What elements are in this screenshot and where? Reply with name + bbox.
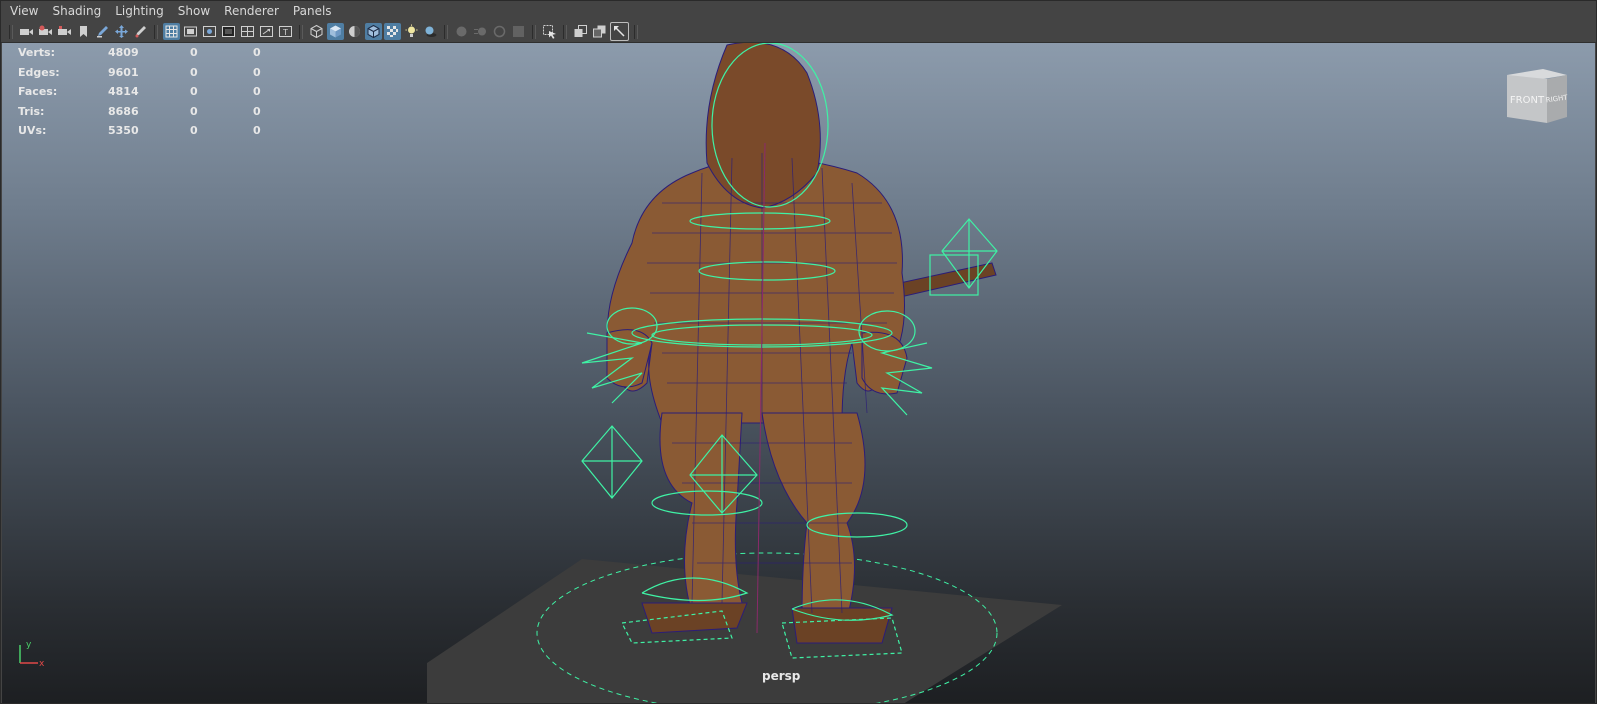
toolbar-separator (299, 24, 303, 39)
toolbar-separator (154, 24, 158, 39)
hud-row-faces: Faces: 4814 0 0 (18, 82, 278, 102)
hud-value: 8686 (108, 104, 139, 118)
grease-pencil-icon[interactable] (132, 23, 149, 40)
hud-value: 9601 (108, 65, 139, 79)
hud-label: UVs: (18, 124, 47, 138)
safe-title-icon[interactable]: T (277, 23, 294, 40)
hud-row-uvs: UVs: 5350 0 0 (18, 121, 278, 141)
menu-renderer[interactable]: Renderer (217, 1, 286, 21)
hud-value: 0 (253, 46, 261, 59)
motion-blur-icon[interactable] (472, 23, 489, 40)
view-cube[interactable]: FRONT RIGHT (1501, 67, 1573, 129)
hud-value: 0 (253, 104, 261, 118)
toolbar-separator (9, 24, 13, 39)
poly-count-hud: Verts: 4809 0 0 Edges: 9601 0 0 Faces: 4… (18, 43, 278, 141)
toolbar-separator (634, 24, 638, 39)
gate-mask-icon[interactable] (220, 23, 237, 40)
toolbar-separator (532, 24, 536, 39)
hud-value: 0 (190, 124, 198, 138)
axis-x-label: x (39, 659, 45, 669)
hud-value: 4814 (108, 85, 139, 99)
hud-label: Verts: (18, 46, 56, 59)
isolate-select-icon[interactable] (541, 23, 558, 40)
hud-value: 4809 (108, 46, 139, 59)
bookmark-camera-icon[interactable] (56, 23, 73, 40)
maya-viewport-panel: View Shading Lighting Show Renderer Pane… (0, 0, 1597, 704)
axis-gizmo-icon: y x (19, 640, 45, 669)
character-mesh (606, 43, 997, 644)
xray-active-icon[interactable] (591, 23, 608, 40)
menu-view[interactable]: View (1, 1, 45, 21)
camera-name-label: persp (762, 669, 801, 683)
use-lights-icon[interactable] (403, 23, 420, 40)
panel-toolbar: T (1, 21, 1596, 43)
pencil-icon[interactable] (94, 23, 111, 40)
textured-icon[interactable] (346, 23, 363, 40)
hud-value: 0 (253, 65, 261, 79)
resolution-gate-icon[interactable] (201, 23, 218, 40)
bookmark-icon[interactable] (75, 23, 92, 40)
hud-label: Faces: (18, 85, 58, 99)
hud-label: Tris: (18, 104, 45, 118)
camera-attrs-icon[interactable] (37, 23, 54, 40)
ground-plane (427, 559, 1062, 703)
perspective-viewport[interactable]: Verts: 4809 0 0 Edges: 9601 0 0 Faces: 4… (2, 43, 1595, 703)
hud-value: 0 (253, 124, 261, 138)
film-gate-icon[interactable] (182, 23, 199, 40)
scene-canvas[interactable] (2, 43, 1595, 703)
ambient-occlusion-icon[interactable] (453, 23, 470, 40)
hud-value: 0 (190, 85, 198, 99)
anti-alias-icon[interactable] (491, 23, 508, 40)
smooth-shade-icon[interactable] (327, 23, 344, 40)
xray-joints-icon[interactable] (572, 23, 589, 40)
hud-value: 0 (253, 85, 261, 99)
hud-row-tris: Tris: 8686 0 0 (18, 102, 278, 122)
wireframe-on-shaded-icon[interactable] (365, 23, 382, 40)
move-tool-icon[interactable] (113, 23, 130, 40)
grid-icon[interactable] (163, 23, 180, 40)
hud-row-edges: Edges: 9601 0 0 (18, 63, 278, 83)
toolbar-separator (444, 24, 448, 39)
hud-value: 5350 (108, 124, 139, 138)
menu-shading[interactable]: Shading (45, 1, 108, 21)
wireframe-icon[interactable] (308, 23, 325, 40)
hud-value: 0 (190, 65, 198, 79)
camera-icon[interactable] (18, 23, 35, 40)
axis-y-label: y (26, 640, 32, 650)
view-cube-front-label: FRONT (1510, 95, 1545, 106)
maximize-icon[interactable] (610, 22, 629, 41)
menu-panels[interactable]: Panels (286, 1, 339, 21)
safe-action-icon[interactable] (258, 23, 275, 40)
field-chart-icon[interactable] (239, 23, 256, 40)
shadows-icon[interactable] (422, 23, 439, 40)
hud-row-verts: Verts: 4809 0 0 (18, 43, 278, 63)
toolbar-separator (563, 24, 567, 39)
svg-text:T: T (282, 28, 288, 37)
hud-value: 0 (190, 46, 198, 59)
menu-show[interactable]: Show (171, 1, 217, 21)
menu-lighting[interactable]: Lighting (108, 1, 171, 21)
hud-value: 0 (190, 104, 198, 118)
hud-label: Edges: (18, 65, 60, 79)
panel-menubar: View Shading Lighting Show Renderer Pane… (1, 1, 1596, 21)
depth-of-field-icon[interactable] (510, 23, 527, 40)
xray-icon[interactable] (384, 23, 401, 40)
